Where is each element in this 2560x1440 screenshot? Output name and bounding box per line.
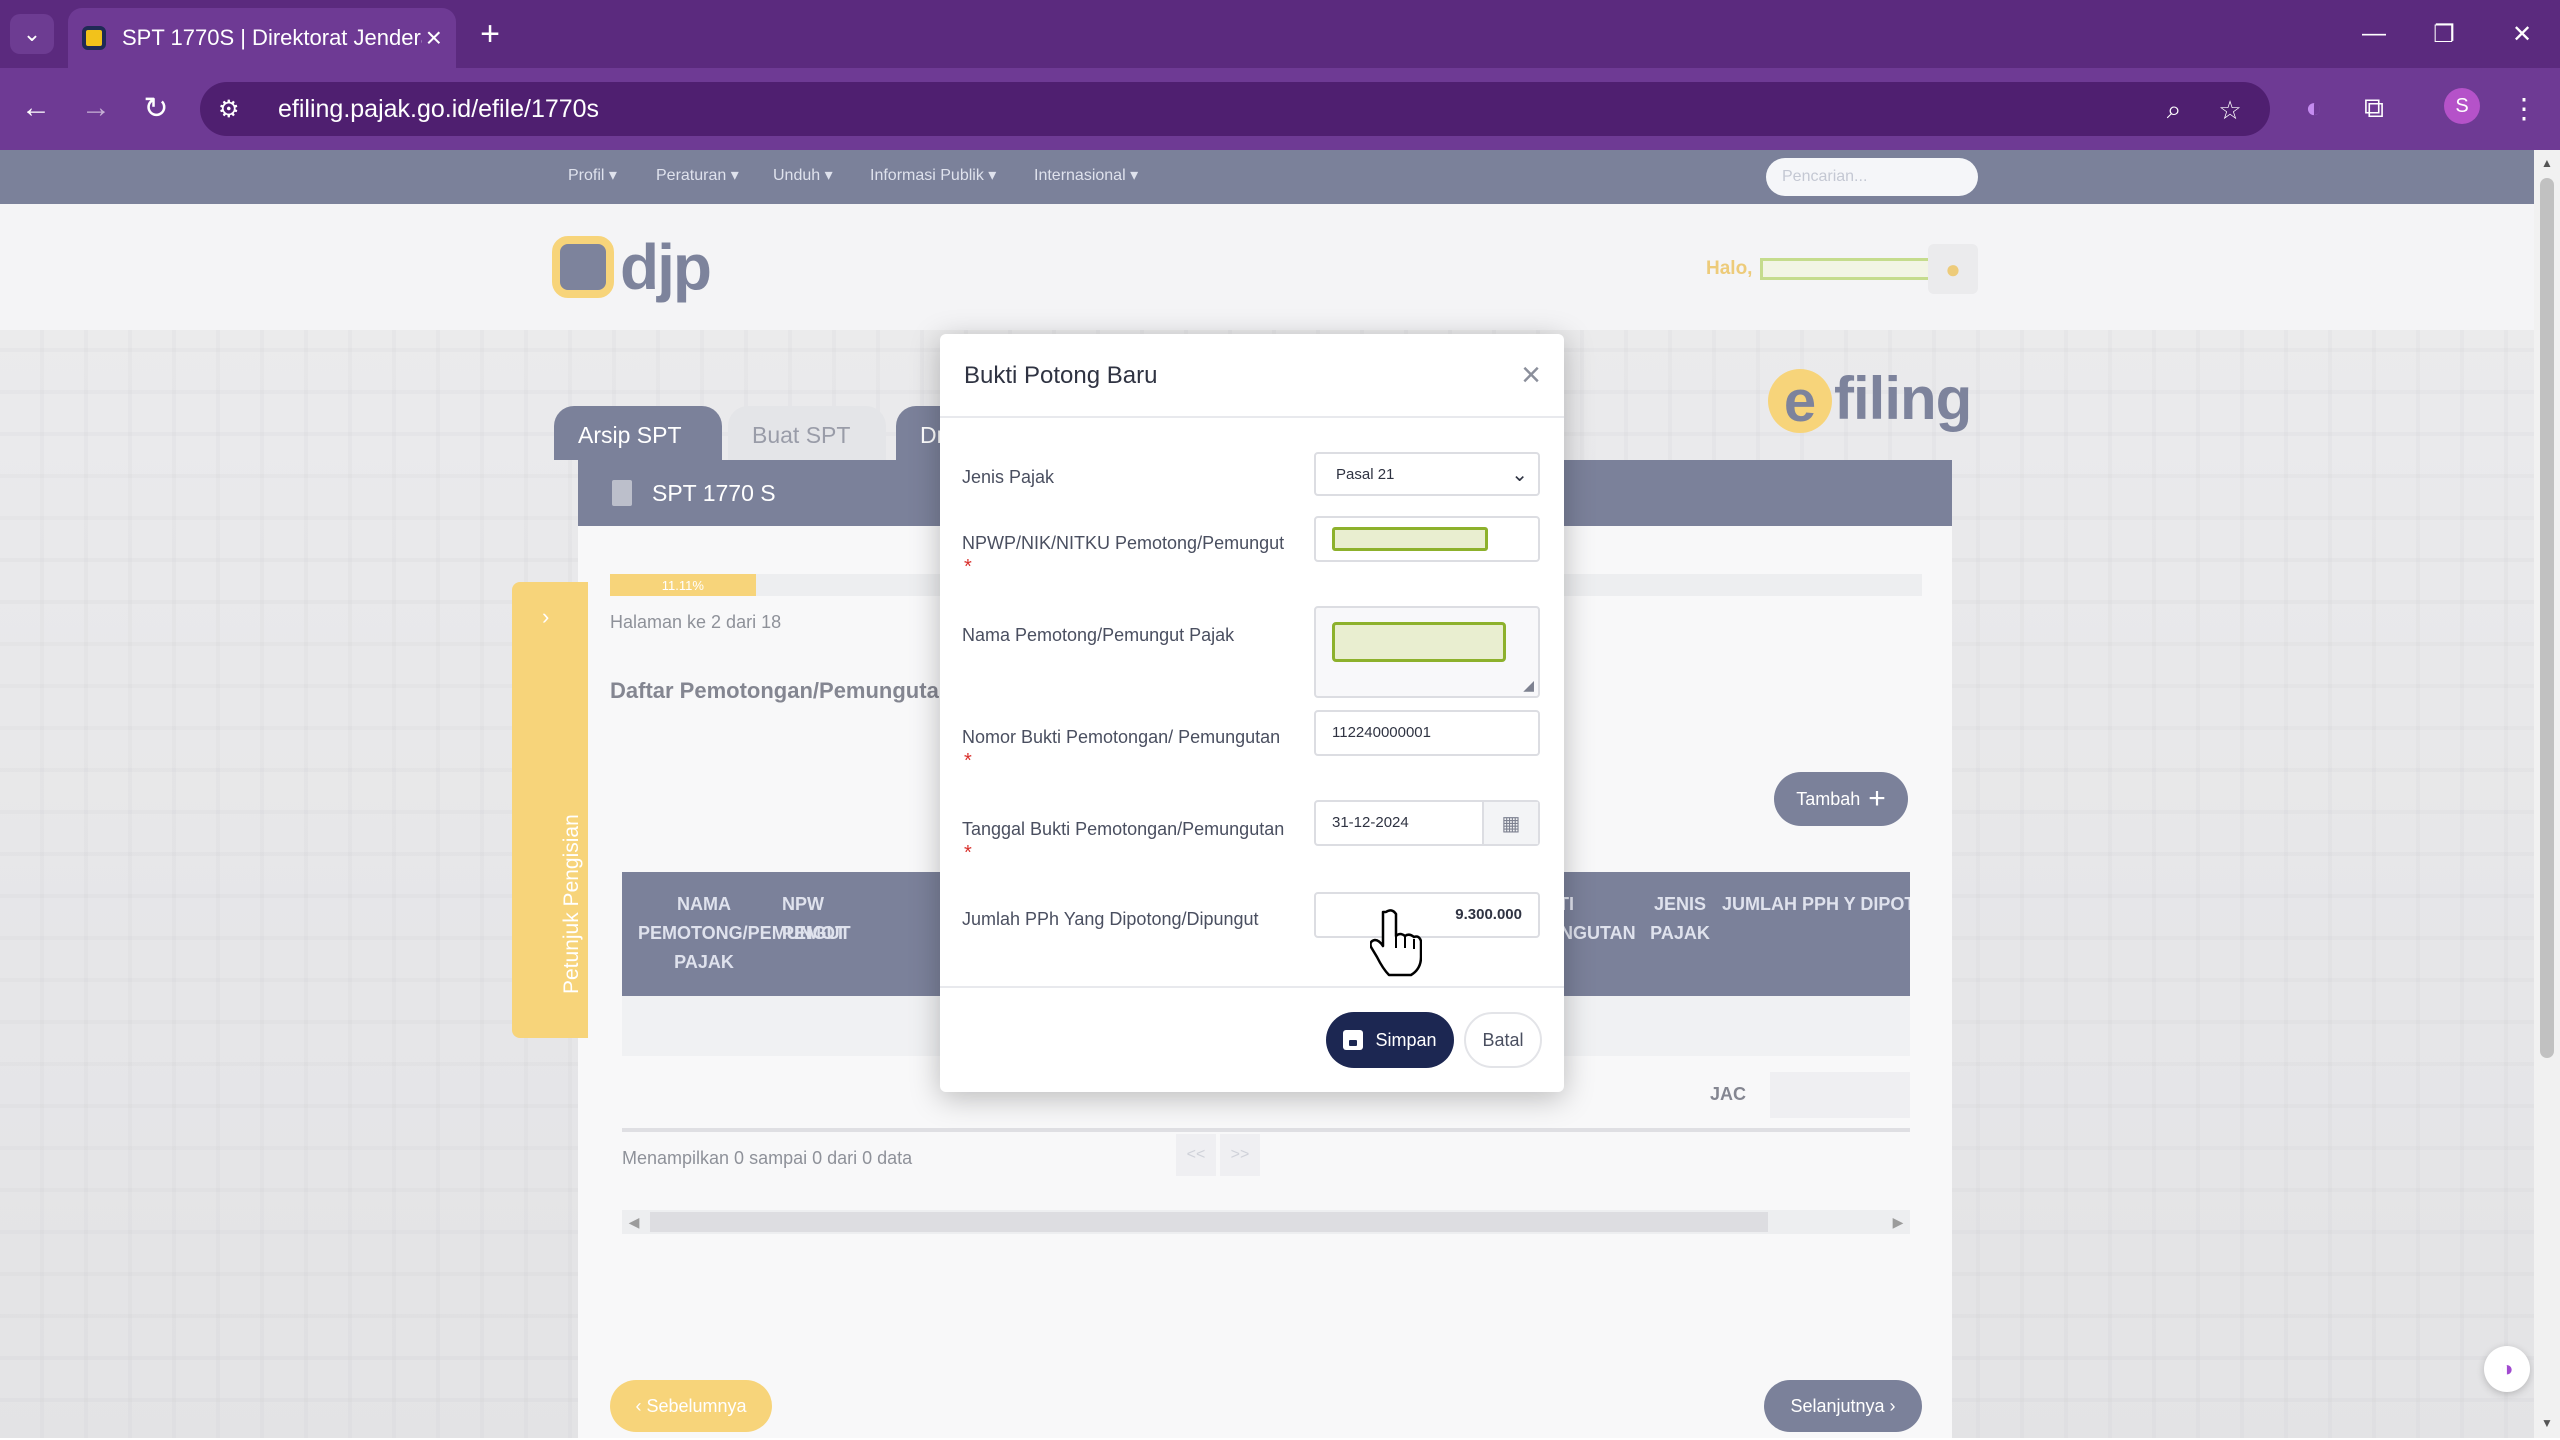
scroll-thumb[interactable] xyxy=(2540,178,2554,1058)
npwp-input[interactable] xyxy=(1314,516,1540,562)
tab-strip: ⌄ SPT 1770S | Direktorat Jenderal P × + … xyxy=(0,0,2560,68)
tanggal-bukti-input[interactable]: 31-12-2024 ▦ xyxy=(1314,800,1540,846)
scroll-up-icon[interactable]: ▲ xyxy=(2539,156,2555,172)
nomor-bukti-label: Nomor Bukti Pemotongan/ Pemungutan xyxy=(962,727,1281,747)
close-window-icon[interactable]: ✕ xyxy=(2494,12,2550,56)
tab-search-icon[interactable]: ⌄ xyxy=(10,14,54,54)
simpan-label: Simpan xyxy=(1375,1029,1437,1050)
close-icon[interactable]: × xyxy=(1516,358,1546,392)
required-asterisk: * xyxy=(964,556,972,578)
new-tab-icon[interactable]: + xyxy=(470,14,510,54)
chevron-down-icon: ⌄ xyxy=(1511,464,1528,486)
menu-kebab-icon[interactable]: ⋮ xyxy=(2502,86,2546,130)
calendar-icon[interactable]: ▦ xyxy=(1482,802,1538,844)
jenis-pajak-label: Jenis Pajak xyxy=(962,467,1055,487)
scroll-down-icon[interactable]: ▼ xyxy=(2539,1416,2555,1432)
site-info-icon[interactable]: ⚙ xyxy=(218,95,258,124)
required-asterisk: * xyxy=(964,750,972,772)
required-asterisk: * xyxy=(964,842,972,864)
tab-favicon-icon xyxy=(82,26,106,50)
bukti-potong-modal: Bukti Potong Baru × Jenis Pajak Pasal 21… xyxy=(940,334,1564,1092)
modal-header-divider xyxy=(940,416,1564,418)
restore-icon[interactable]: ❐ xyxy=(2416,12,2472,56)
address-bar[interactable]: ⚙ efiling.pajak.go.id/efile/1770s ⌕ ☆ xyxy=(200,82,2270,136)
batal-button[interactable]: Batal xyxy=(1464,1012,1542,1068)
resize-grip-icon[interactable]: ◢ xyxy=(1523,677,1534,694)
url-text[interactable]: efiling.pajak.go.id/efile/1770s xyxy=(278,95,599,124)
browser-toolbar: ← → ↻ ⚙ efiling.pajak.go.id/efile/1770s … xyxy=(0,68,2560,150)
simpan-button[interactable]: Simpan xyxy=(1326,1012,1454,1068)
forward-icon[interactable]: → xyxy=(74,86,118,130)
bookmark-star-icon[interactable]: ☆ xyxy=(2210,90,2250,130)
save-icon xyxy=(1343,1030,1364,1050)
tanggal-bukti-label: Tanggal Bukti Pemotongan/Pemungutan xyxy=(962,819,1285,839)
page-viewport: Profil ▾ Peraturan ▾ Unduh ▾ Informasi P… xyxy=(0,150,2534,1438)
modal-title: Bukti Potong Baru xyxy=(964,362,1158,389)
tab-close-icon[interactable]: × xyxy=(426,24,442,52)
floating-extension-icon[interactable]: ◑ xyxy=(2484,1346,2530,1392)
reload-icon[interactable]: ↻ xyxy=(134,86,178,130)
tab-title: SPT 1770S | Direktorat Jenderal P xyxy=(122,25,422,50)
nama-pemotong-label: Nama Pemotong/Pemungut Pajak xyxy=(962,625,1235,645)
redacted-nama xyxy=(1332,622,1506,662)
back-icon[interactable]: ← xyxy=(14,86,58,130)
nama-pemotong-textarea[interactable]: ◢ xyxy=(1314,606,1540,698)
tanggal-value: 31-12-2024 xyxy=(1332,814,1409,831)
extension-icon[interactable]: ◐ xyxy=(2292,86,2336,130)
minimize-icon[interactable]: — xyxy=(2346,12,2402,56)
jumlah-pph-label: Jumlah PPh Yang Dipotong/Dipungut xyxy=(962,909,1259,929)
jumlah-pph-input[interactable]: 9.300.000 xyxy=(1314,892,1540,938)
jenis-pajak-select[interactable]: Pasal 21 ⌄ xyxy=(1314,452,1540,496)
nomor-bukti-input[interactable]: 112240000001 xyxy=(1314,710,1540,756)
browser-chrome: ⌄ SPT 1770S | Direktorat Jenderal P × + … xyxy=(0,0,2560,150)
browser-tab[interactable]: SPT 1770S | Direktorat Jenderal P × xyxy=(68,8,456,68)
jenis-pajak-value: Pasal 21 xyxy=(1336,466,1395,483)
profile-avatar[interactable]: S xyxy=(2444,88,2480,124)
hand-cursor-icon xyxy=(1370,909,1422,977)
modal-footer-divider xyxy=(940,986,1564,988)
npwp-label: NPWP/NIK/NITKU Pemotong/Pemungut xyxy=(962,533,1285,553)
puzzle-extensions-icon[interactable]: ⧉ xyxy=(2352,86,2396,130)
redacted-npwp xyxy=(1332,527,1488,551)
zoom-icon[interactable]: ⌕ xyxy=(2154,90,2194,130)
page-vertical-scrollbar[interactable]: ▲ ▼ xyxy=(2534,150,2560,1438)
